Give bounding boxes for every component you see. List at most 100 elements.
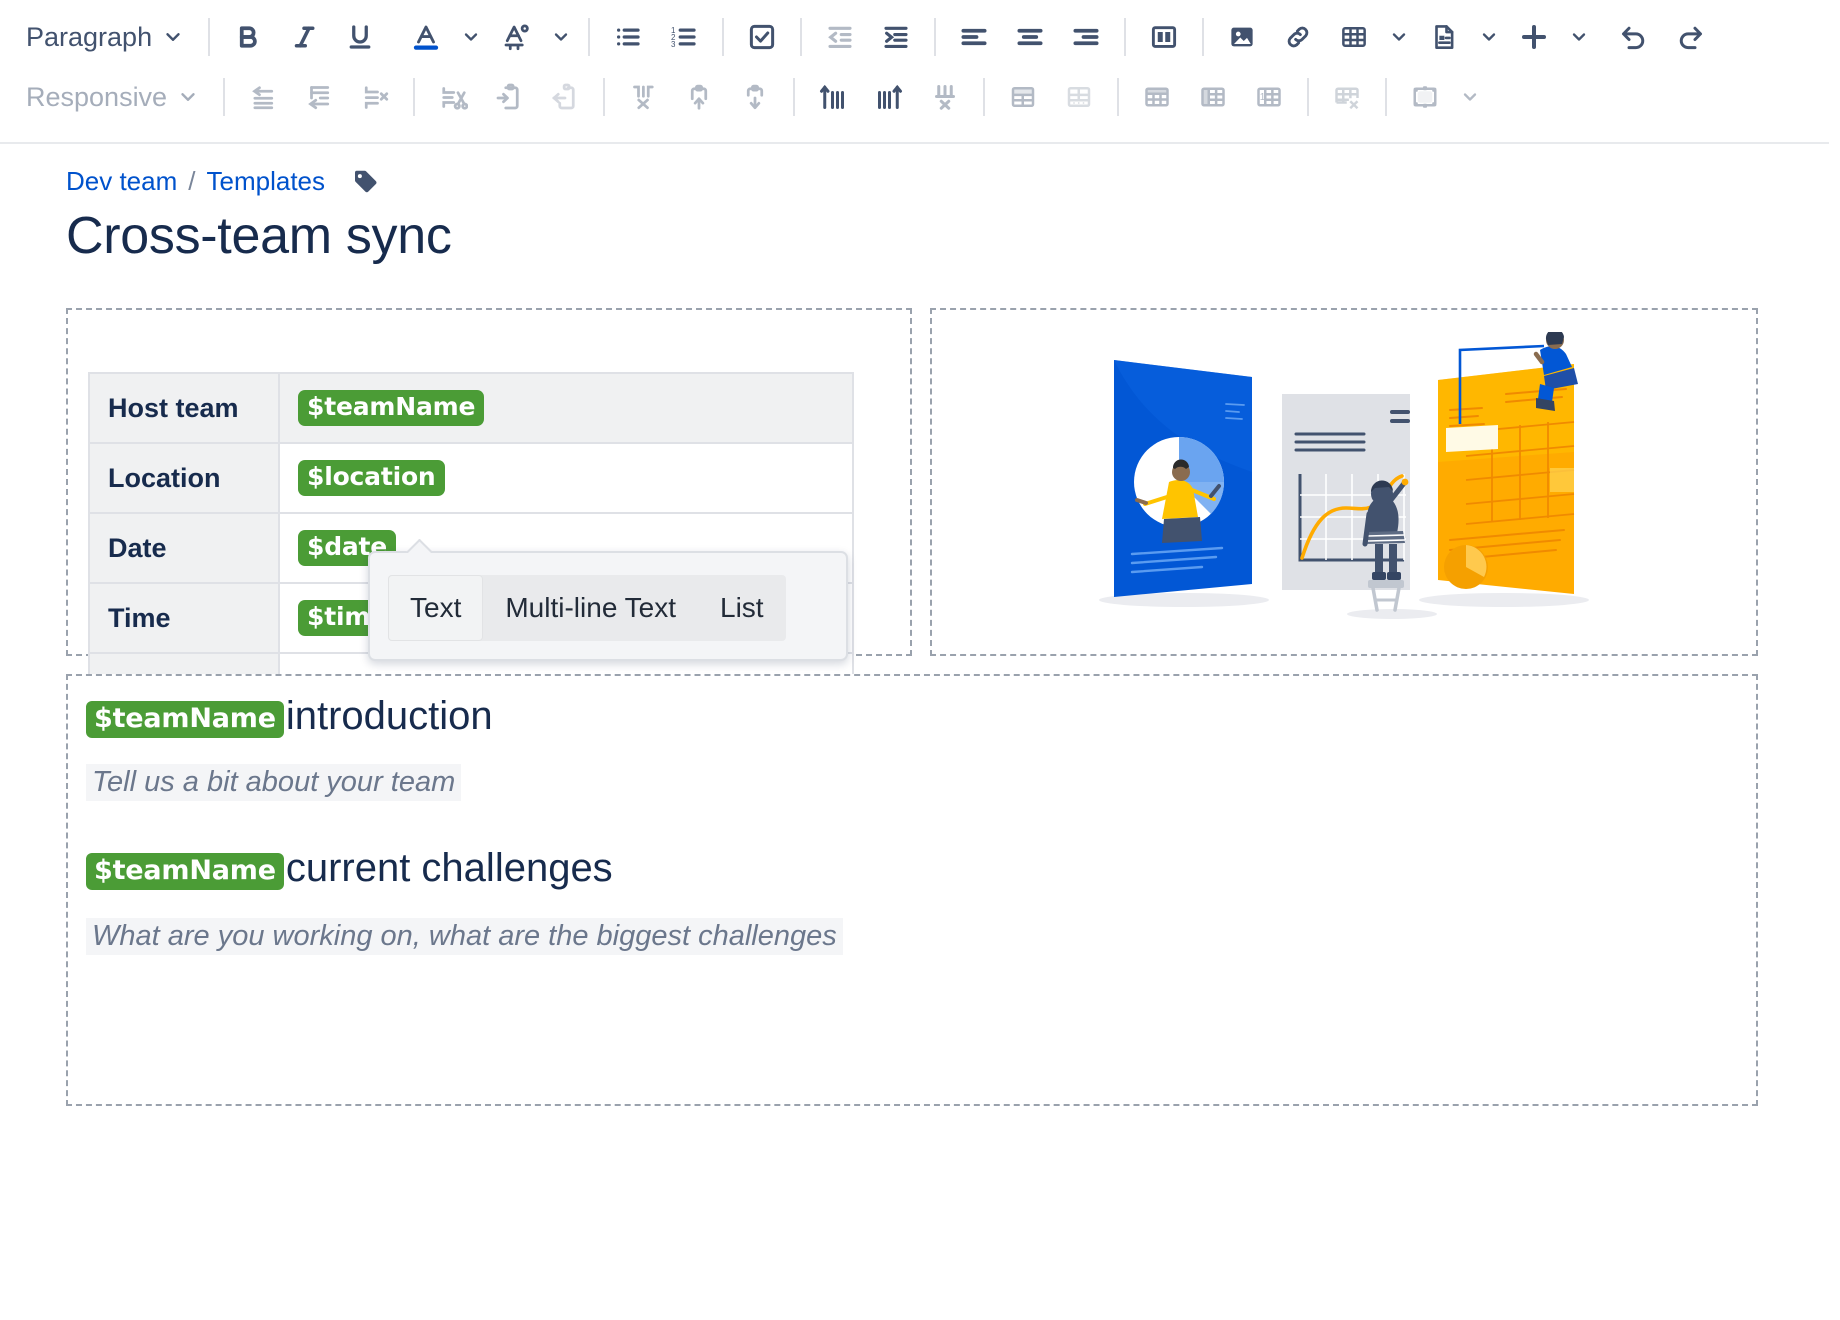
row-value-location[interactable]: $location: [279, 443, 853, 513]
breadcrumb-separator: /: [188, 166, 195, 197]
bullet-list-button[interactable]: [600, 9, 656, 65]
insert-more-button[interactable]: [1506, 9, 1562, 65]
variable-type-option-multiline-text[interactable]: Multi-line Text: [483, 575, 698, 641]
row-label-time: Time: [89, 583, 279, 653]
delete-column-button[interactable]: [917, 69, 973, 125]
text-color-button[interactable]: [398, 9, 454, 65]
variable-type-popup[interactable]: Text Multi-line Text List: [368, 551, 848, 661]
breadcrumb-templates-link[interactable]: Templates: [207, 166, 326, 197]
section-placeholder-introduction[interactable]: Tell us a bit about your team: [86, 764, 461, 801]
table-width-label: Responsive: [26, 82, 167, 113]
editor-page-surface: Paragraph: [0, 0, 1829, 1293]
toolbar-row-table: Responsive: [0, 66, 1829, 128]
insert-column-left-button[interactable]: [805, 69, 861, 125]
cell-align-left-button[interactable]: [235, 69, 291, 125]
chevron-down-icon: [162, 26, 184, 48]
collaboration-boards-illustration: [1074, 332, 1614, 632]
table-row[interactable]: Location $location: [89, 443, 853, 513]
layout-cell-left[interactable]: Host team $teamName Location $location: [66, 308, 912, 656]
toolbar-divider: [983, 78, 985, 116]
table-header-row-button[interactable]: [1129, 69, 1185, 125]
variable-type-option-text[interactable]: Text: [388, 575, 483, 641]
toolbar-divider: [588, 18, 590, 56]
chevron-down-icon: [177, 86, 199, 108]
cut-column-button[interactable]: [615, 69, 671, 125]
variable-chip-teamname-intro[interactable]: $teamName: [86, 701, 284, 738]
table-options-button[interactable]: [1397, 69, 1453, 125]
toolbar-divider: [793, 78, 795, 116]
italic-button[interactable]: [276, 9, 332, 65]
toolbar-divider: [1307, 78, 1309, 116]
toolbar-divider: [1124, 18, 1126, 56]
row-label-host-team: Host team: [89, 373, 279, 443]
breadcrumb: Dev team / Templates: [66, 166, 380, 197]
cell-merge-button[interactable]: [291, 69, 347, 125]
bold-button[interactable]: [220, 9, 276, 65]
paste-row-button[interactable]: [537, 69, 593, 125]
editor-content-area[interactable]: Dev team / Templates Cross-team sync: [0, 146, 1829, 1293]
numbered-list-button[interactable]: 1 2 3: [656, 9, 712, 65]
insert-row-above-button[interactable]: [995, 69, 1051, 125]
toolbar-divider: [413, 78, 415, 116]
toolbar-row-primary: Paragraph: [0, 6, 1829, 68]
variable-chip-teamname[interactable]: $teamName: [298, 390, 484, 427]
redo-button[interactable]: [1662, 9, 1718, 65]
breadcrumb-space-link[interactable]: Dev team: [66, 166, 177, 197]
layout-section-two-column: Host team $teamName Location $location: [66, 308, 1758, 656]
toolbar-divider: [208, 18, 210, 56]
svg-text:3: 3: [671, 40, 676, 49]
text-formatting-chevron-down-icon[interactable]: [544, 9, 578, 65]
variable-type-option-list[interactable]: List: [698, 575, 786, 641]
insert-column-right-button[interactable]: [861, 69, 917, 125]
section-heading-introduction[interactable]: $teamName introduction: [86, 694, 493, 740]
variable-chip-teamname-challenges[interactable]: $teamName: [86, 853, 284, 890]
insert-row-below-button[interactable]: [1051, 69, 1107, 125]
variable-type-option-group: Text Multi-line Text List: [388, 575, 786, 641]
section-placeholder-current-challenges[interactable]: What are you working on, what are the bi…: [86, 918, 843, 955]
numbered-column-button[interactable]: 1: [1241, 69, 1297, 125]
insert-table-chevron-down-icon[interactable]: [1382, 9, 1416, 65]
table-width-select[interactable]: Responsive: [0, 73, 213, 121]
align-right-button[interactable]: [1058, 9, 1114, 65]
toolbar-divider: [603, 78, 605, 116]
insert-image-button[interactable]: [1214, 9, 1270, 65]
tag-icon[interactable]: [350, 167, 380, 197]
section-heading-current-challenges[interactable]: $teamName current challenges: [86, 846, 613, 892]
indent-button[interactable]: [868, 9, 924, 65]
variable-chip-location[interactable]: $location: [298, 460, 445, 497]
cut-row-button[interactable]: [425, 69, 481, 125]
align-left-button[interactable]: [946, 9, 1002, 65]
paste-column-button[interactable]: [727, 69, 783, 125]
layout-section-full-width[interactable]: $teamName introduction Tell us a bit abo…: [66, 674, 1758, 1106]
insert-link-button[interactable]: [1270, 9, 1326, 65]
copy-column-button[interactable]: [671, 69, 727, 125]
editor-toolbar: Paragraph: [0, 0, 1829, 144]
toolbar-divider: [1117, 78, 1119, 116]
popup-arrow: [406, 539, 432, 553]
table-header-column-button[interactable]: [1185, 69, 1241, 125]
text-color-chevron-down-icon[interactable]: [454, 9, 488, 65]
cell-split-button[interactable]: [347, 69, 403, 125]
row-label-date: Date: [89, 513, 279, 583]
page-layout-button[interactable]: [1136, 9, 1192, 65]
copy-row-button[interactable]: [481, 69, 537, 125]
insert-template-button[interactable]: [1416, 9, 1472, 65]
svg-text:1: 1: [1260, 92, 1266, 103]
toolbar-divider: [1202, 18, 1204, 56]
row-value-host-team[interactable]: $teamName: [279, 373, 853, 443]
table-row[interactable]: Host team $teamName: [89, 373, 853, 443]
insert-table-button[interactable]: [1326, 9, 1382, 65]
task-list-button[interactable]: [734, 9, 790, 65]
text-formatting-button[interactable]: [488, 9, 544, 65]
delete-table-button[interactable]: [1319, 69, 1375, 125]
align-center-button[interactable]: [1002, 9, 1058, 65]
layout-cell-right[interactable]: [930, 308, 1758, 656]
outdent-button[interactable]: [812, 9, 868, 65]
page-title[interactable]: Cross-team sync: [66, 206, 452, 266]
undo-button[interactable]: [1606, 9, 1662, 65]
table-options-chevron-down-icon[interactable]: [1453, 69, 1487, 125]
underline-button[interactable]: [332, 9, 388, 65]
insert-more-chevron-down-icon[interactable]: [1562, 9, 1596, 65]
paragraph-style-select[interactable]: Paragraph: [0, 13, 198, 61]
insert-template-chevron-down-icon[interactable]: [1472, 9, 1506, 65]
